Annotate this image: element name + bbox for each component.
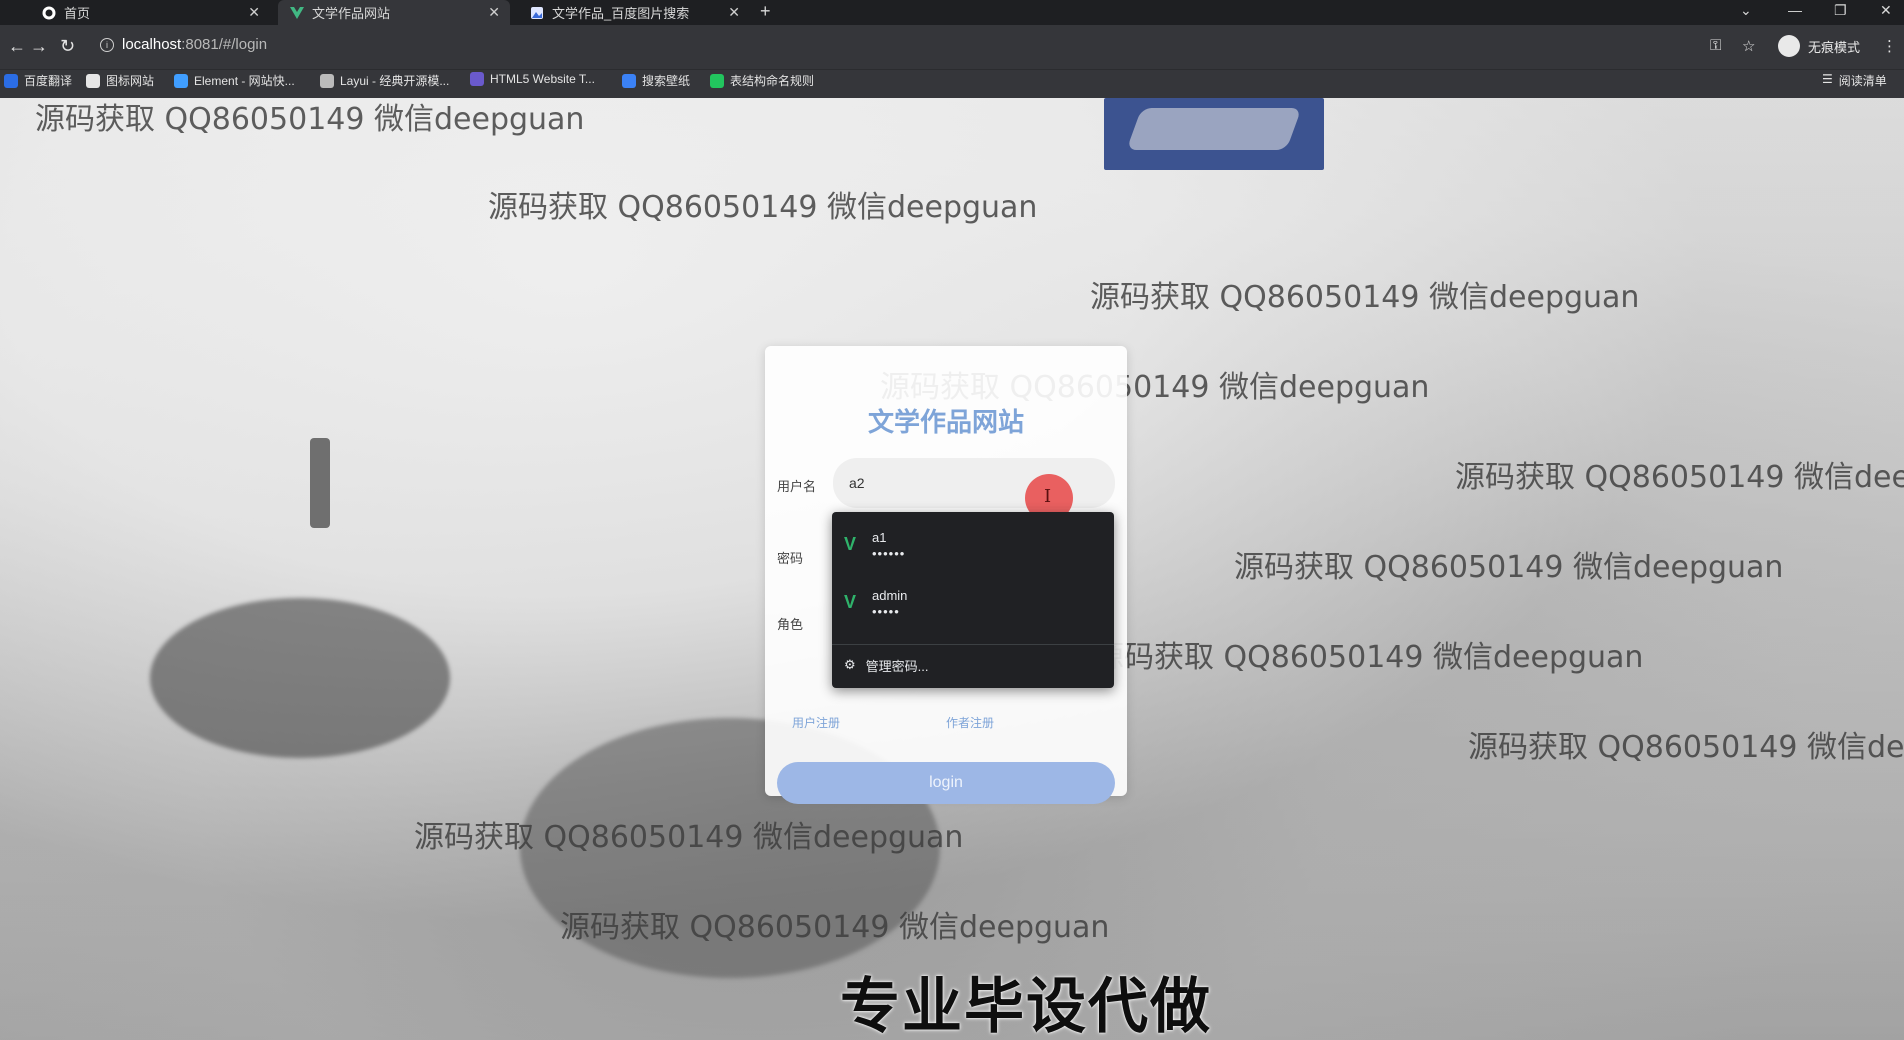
reading-list-label: 阅读清单	[1838, 74, 1887, 88]
tab-home[interactable]: 首页 ✕	[30, 0, 270, 25]
watermark: 源码获取 QQ86050149 微信deepguan	[1455, 460, 1904, 495]
bookmark-label: 搜索壁纸	[642, 74, 691, 88]
banner-logo	[1104, 98, 1324, 170]
video-caption: 专业毕设代做	[840, 972, 1212, 1040]
watermark: 源码获取 QQ86050149 微信deepguan	[35, 102, 585, 137]
photo-shadow	[150, 598, 450, 758]
bookmark-html5[interactable]: HTML5 Website T...	[470, 72, 595, 86]
watermark: 源码获取 QQ86050149 微信deepguan	[1468, 730, 1904, 765]
watermark: 源码获取 QQ86050149 微信deepguan	[560, 910, 1110, 945]
address-bar: ← → ↻	[0, 25, 1904, 69]
url-path: :8081/#/login	[181, 36, 268, 53]
watermark: 源码获取 QQ86050149 微信deepguan	[1090, 280, 1640, 315]
autofill-password: •••••	[872, 604, 900, 619]
watermark: 源码获取 QQ86050149 微信deepguan	[1094, 640, 1644, 675]
element-icon	[174, 73, 188, 88]
close-icon[interactable]: ✕	[248, 4, 260, 21]
lighthouse-shape	[310, 438, 330, 528]
user-register-link[interactable]: 用户注册	[792, 714, 840, 731]
github-icon	[42, 6, 56, 20]
role-label: 角色	[777, 617, 804, 632]
tab-baidu-images[interactable]: 文学作品_百度图片搜索 ✕	[518, 0, 750, 25]
tab-search-icon[interactable]: ⌄	[1740, 2, 1752, 19]
autofill-username: a1	[872, 530, 887, 545]
bookmark-label: 百度翻译	[24, 74, 73, 88]
bookmark-label: HTML5 Website T...	[490, 72, 595, 86]
bookmark-icon-site[interactable]: 图标网站	[86, 72, 154, 89]
close-icon[interactable]: ✕	[728, 4, 740, 21]
tab-title: 文学作品_百度图片搜索	[552, 6, 690, 21]
tab-title: 文学作品网站	[312, 6, 391, 21]
bookmark-element[interactable]: Element - 网站快...	[174, 72, 295, 89]
divider	[832, 644, 1114, 645]
tab-strip: 首页 ✕ 文学作品网站 ✕ 文学作品_百度图片搜索 ✕ + ⌄ — ❐ ✕	[0, 0, 1904, 25]
new-tab-button[interactable]: +	[760, 1, 771, 22]
vue-key-icon: V	[844, 592, 857, 612]
incognito-profile[interactable]: 无痕模式	[1778, 35, 1860, 57]
url-field[interactable]: i localhost:8081/#/login	[100, 36, 267, 53]
password-label: 密码	[777, 551, 804, 566]
menu-icon[interactable]: ⋮	[1882, 37, 1897, 55]
bookmark-label: 图标网站	[106, 74, 155, 88]
site-title: 文学作品网站	[867, 408, 1024, 438]
key-icon[interactable]: ⚿	[1710, 37, 1721, 54]
tab-title: 首页	[64, 6, 91, 21]
restore-button[interactable]: ❐	[1834, 2, 1847, 19]
autofill-username: admin	[872, 588, 908, 603]
url-host: localhost	[122, 36, 182, 53]
bookmark-label: Layui - 经典开源模...	[340, 74, 450, 88]
watermark: 源码获取 QQ86050149 微信deepguan	[488, 190, 1038, 225]
layui-icon	[320, 73, 334, 88]
translate-icon	[4, 73, 18, 88]
back-icon[interactable]: ←	[8, 36, 26, 57]
autofill-item[interactable]: V admin •••••	[832, 574, 1114, 632]
autofill-password: ••••••	[872, 546, 906, 561]
reading-list-icon: ☰	[1822, 72, 1833, 86]
profile-label: 无痕模式	[1808, 39, 1861, 55]
bookmark-label: 表结构命名规则	[730, 74, 815, 88]
vue-key-icon: V	[844, 534, 857, 554]
login-button[interactable]: login	[777, 762, 1115, 804]
close-icon[interactable]: ✕	[488, 4, 500, 21]
reload-icon[interactable]: ↻	[60, 36, 75, 57]
flag-icon	[86, 73, 100, 88]
info-icon[interactable]: i	[100, 37, 114, 52]
star-icon[interactable]: ☆	[1742, 37, 1755, 55]
tab-literary-site[interactable]: 文学作品网站 ✕	[278, 0, 510, 25]
manage-passwords-item[interactable]: ⚙ 管理密码...	[832, 646, 1114, 684]
bookmark-layui[interactable]: Layui - 经典开源模...	[320, 72, 449, 89]
watermark: 源码获取 QQ86050149 微信deepguan	[1234, 550, 1784, 585]
bookmark-label: Element - 网站快...	[194, 74, 295, 88]
bookmark-baidu-translate[interactable]: 百度翻译	[4, 72, 72, 89]
bookmark-table-naming[interactable]: 表结构命名规则	[710, 72, 814, 89]
incognito-icon	[1778, 35, 1800, 57]
username-label: 用户名	[777, 479, 817, 494]
wallpaper-icon	[622, 73, 636, 88]
autofill-item[interactable]: V a1 ••••••	[832, 516, 1114, 574]
gear-icon: ⚙	[844, 657, 856, 672]
baidu-image-icon	[530, 6, 544, 20]
sheet-icon	[710, 73, 724, 88]
login-page: 源码获取 QQ86050149 微信deepguan 源码获取 QQ860501…	[0, 98, 1904, 1040]
minimize-button[interactable]: —	[1788, 2, 1802, 18]
watermark: 源码获取 QQ86050149 微信deepguan	[414, 820, 964, 855]
manage-passwords-label: 管理密码...	[865, 658, 929, 674]
vue-icon	[290, 6, 304, 20]
bookmark-wallpaper[interactable]: 搜索壁纸	[622, 72, 690, 89]
author-register-link[interactable]: 作者注册	[946, 714, 994, 731]
password-autofill-dropdown: V a1 •••••• V admin ••••• ⚙ 管理密码...	[832, 512, 1114, 688]
window-close-button[interactable]: ✕	[1880, 2, 1892, 19]
forward-icon[interactable]: →	[30, 36, 48, 57]
html5-icon	[470, 72, 484, 86]
reading-list[interactable]: ☰ 阅读清单	[1822, 72, 1887, 89]
